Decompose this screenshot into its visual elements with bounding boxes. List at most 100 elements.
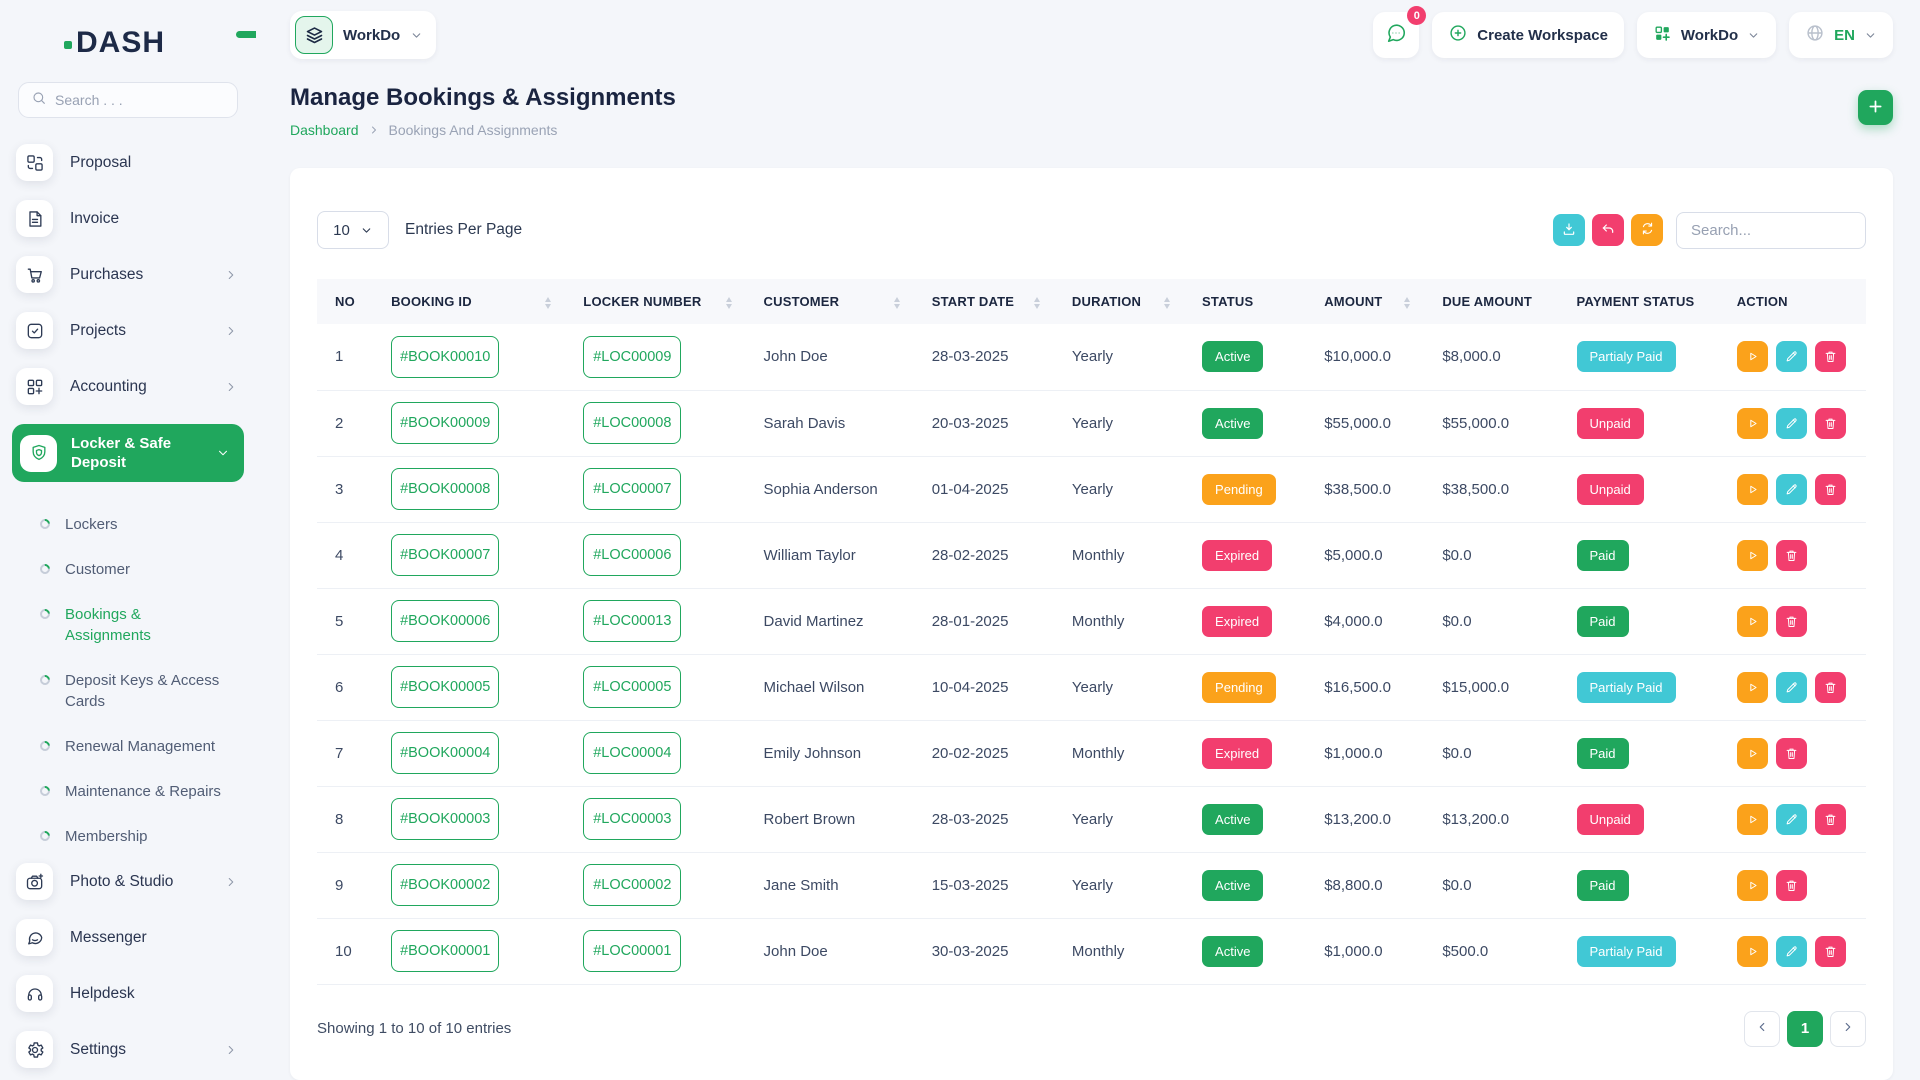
sidebar-search-input[interactable] bbox=[55, 92, 225, 108]
sidebar-subitem-customer[interactable]: Customer bbox=[26, 547, 244, 592]
column-header-customer[interactable]: CUSTOMER bbox=[746, 279, 914, 324]
edit-button[interactable] bbox=[1776, 341, 1807, 372]
edit-button[interactable] bbox=[1776, 804, 1807, 835]
edit-button[interactable] bbox=[1776, 936, 1807, 967]
view-button[interactable] bbox=[1737, 738, 1768, 769]
edit-button[interactable] bbox=[1776, 672, 1807, 703]
booking-id-pill[interactable]: #BOOK00002 bbox=[391, 864, 499, 906]
booking-id-pill[interactable]: #BOOK00010 bbox=[391, 336, 499, 378]
entries-per-page-select[interactable]: 10 bbox=[317, 211, 389, 249]
delete-button[interactable] bbox=[1815, 804, 1846, 835]
locker-number-pill[interactable]: #LOC00013 bbox=[583, 600, 681, 642]
view-button[interactable] bbox=[1737, 606, 1768, 637]
sidebar-subitem-maintenance-repairs[interactable]: Maintenance & Repairs bbox=[26, 769, 244, 814]
booking-id-pill[interactable]: #BOOK00008 bbox=[391, 468, 499, 510]
status-badge: Pending bbox=[1202, 474, 1276, 505]
column-header-duration[interactable]: DURATION bbox=[1054, 279, 1184, 324]
column-header-start-date[interactable]: START DATE bbox=[914, 279, 1054, 324]
chat-button[interactable]: 0 bbox=[1373, 12, 1419, 58]
delete-button[interactable] bbox=[1815, 341, 1846, 372]
delete-button[interactable] bbox=[1776, 540, 1807, 571]
create-workspace-button[interactable]: Create Workspace bbox=[1432, 12, 1624, 58]
add-booking-button[interactable] bbox=[1858, 90, 1893, 125]
workspace-selector[interactable]: WorkDo bbox=[290, 11, 436, 59]
sidebar-item-helpdesk[interactable]: Helpdesk bbox=[16, 975, 244, 1012]
column-header-locker-number[interactable]: LOCKER NUMBER bbox=[565, 279, 745, 324]
sidebar-subitem-deposit-keys-access-cards[interactable]: Deposit Keys & Access Cards bbox=[26, 658, 244, 724]
cell-due-amount: $8,000.0 bbox=[1424, 324, 1558, 390]
sidebar-item-photo-studio[interactable]: Photo & Studio bbox=[16, 863, 244, 900]
delete-button[interactable] bbox=[1815, 474, 1846, 505]
view-button[interactable] bbox=[1737, 936, 1768, 967]
locker-number-pill[interactable]: #LOC00004 bbox=[583, 732, 681, 774]
sidebar-item-projects[interactable]: Projects bbox=[16, 312, 244, 349]
cell-locker-number: #LOC00002 bbox=[565, 852, 745, 918]
view-button[interactable] bbox=[1737, 804, 1768, 835]
view-button[interactable] bbox=[1737, 341, 1768, 372]
column-header-booking-id[interactable]: BOOKING ID bbox=[373, 279, 565, 324]
booking-id-pill[interactable]: #BOOK00003 bbox=[391, 798, 499, 840]
view-button[interactable] bbox=[1737, 540, 1768, 571]
sidebar-subitem-lockers[interactable]: Lockers bbox=[26, 502, 244, 547]
logo-text: DASH bbox=[76, 26, 165, 60]
sidebar-item-proposal[interactable]: Proposal bbox=[16, 144, 244, 181]
workdo-menu-button[interactable]: WorkDo bbox=[1637, 12, 1776, 58]
refresh-button[interactable] bbox=[1631, 214, 1663, 246]
view-button[interactable] bbox=[1737, 870, 1768, 901]
booking-id-pill[interactable]: #BOOK00009 bbox=[391, 402, 499, 444]
locker-number-pill[interactable]: #LOC00007 bbox=[583, 468, 681, 510]
shield-icon bbox=[29, 443, 49, 463]
locker-number-pill[interactable]: #LOC00008 bbox=[583, 402, 681, 444]
export-button[interactable] bbox=[1553, 214, 1585, 246]
submenu-bullet-icon bbox=[38, 562, 52, 576]
locker-number-pill[interactable]: #LOC00002 bbox=[583, 864, 681, 906]
view-button[interactable] bbox=[1737, 672, 1768, 703]
bookings-card: 10 Entries Per Page NOBOOKING IDLOCKER N… bbox=[290, 168, 1893, 1080]
prev-page-button[interactable] bbox=[1744, 1011, 1780, 1047]
app-logo: DASH bbox=[0, 0, 256, 60]
sidebar-item-messenger[interactable]: Messenger bbox=[16, 919, 244, 956]
next-page-button[interactable] bbox=[1830, 1011, 1866, 1047]
sidebar-subitem-renewal-management[interactable]: Renewal Management bbox=[26, 724, 244, 769]
sidebar-item-settings[interactable]: Settings bbox=[16, 1031, 244, 1068]
locker-number-pill[interactable]: #LOC00006 bbox=[583, 534, 681, 576]
status-badge: Active bbox=[1202, 408, 1263, 439]
booking-id-pill[interactable]: #BOOK00001 bbox=[391, 930, 499, 972]
locker-number-pill[interactable]: #LOC00001 bbox=[583, 930, 681, 972]
booking-id-pill[interactable]: #BOOK00007 bbox=[391, 534, 499, 576]
edit-button[interactable] bbox=[1776, 474, 1807, 505]
table-search-input[interactable] bbox=[1676, 212, 1866, 249]
sidebar-item-invoice[interactable]: Invoice bbox=[16, 200, 244, 237]
delete-button[interactable] bbox=[1815, 672, 1846, 703]
sidebar-subitem-bookings-assignments[interactable]: Bookings & Assignments bbox=[26, 592, 244, 658]
column-header-amount[interactable]: AMOUNT bbox=[1306, 279, 1424, 324]
sidebar-item-accounting[interactable]: Accounting bbox=[16, 368, 244, 405]
sidebar-item-purchases[interactable]: Purchases bbox=[16, 256, 244, 293]
cell-amount: $38,500.0 bbox=[1306, 456, 1424, 522]
booking-id-pill[interactable]: #BOOK00005 bbox=[391, 666, 499, 708]
sidebar-subitem-membership[interactable]: Membership bbox=[26, 814, 244, 859]
sidebar-search[interactable] bbox=[18, 82, 238, 118]
delete-button[interactable] bbox=[1776, 738, 1807, 769]
locker-number-pill[interactable]: #LOC00003 bbox=[583, 798, 681, 840]
reset-button[interactable] bbox=[1592, 214, 1624, 246]
pagination: 1 bbox=[1744, 1011, 1866, 1047]
breadcrumb-dashboard-link[interactable]: Dashboard bbox=[290, 122, 359, 138]
current-page-button[interactable]: 1 bbox=[1787, 1011, 1823, 1047]
edit-button[interactable] bbox=[1776, 408, 1807, 439]
sidebar-item-locker-safe-deposit[interactable]: Locker & Safe Deposit bbox=[12, 424, 244, 482]
language-selector[interactable]: EN bbox=[1789, 12, 1893, 58]
booking-id-pill[interactable]: #BOOK00004 bbox=[391, 732, 499, 774]
delete-button[interactable] bbox=[1776, 870, 1807, 901]
locker-number-pill[interactable]: #LOC00005 bbox=[583, 666, 681, 708]
booking-id-pill[interactable]: #BOOK00006 bbox=[391, 600, 499, 642]
cell-action bbox=[1719, 324, 1866, 390]
locker-number-pill[interactable]: #LOC00009 bbox=[583, 336, 681, 378]
view-button[interactable] bbox=[1737, 408, 1768, 439]
view-button[interactable] bbox=[1737, 474, 1768, 505]
sidebar-item-label: Messenger bbox=[70, 929, 147, 947]
delete-button[interactable] bbox=[1815, 936, 1846, 967]
delete-button[interactable] bbox=[1815, 408, 1846, 439]
cell-start-date: 15-03-2025 bbox=[914, 852, 1054, 918]
delete-button[interactable] bbox=[1776, 606, 1807, 637]
